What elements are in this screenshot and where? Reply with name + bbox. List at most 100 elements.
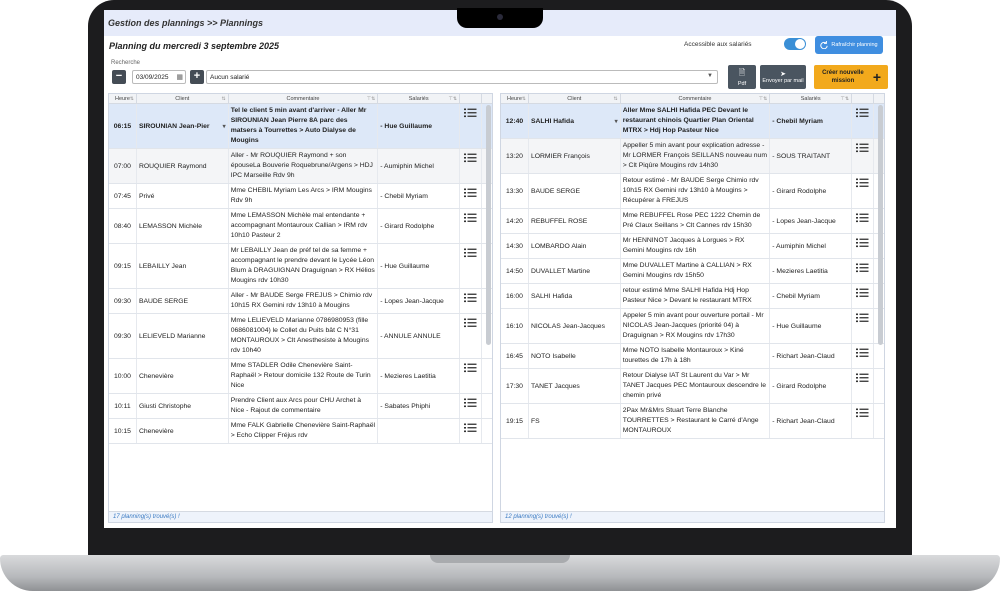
table-row[interactable]: 07:00 ROUQUIER Raymond Aller - Mr ROUQUIER… [109,149,492,184]
row-menu-button[interactable] [852,369,875,403]
plus-icon: + [872,69,882,85]
column-heure[interactable]: Heure ⇅ [109,94,137,103]
sort-icon[interactable]: ⇅ [613,96,617,102]
cell-client: LORMIER François [529,139,621,173]
table-row[interactable]: 08:40 LEMASSON Michèle Mme LEMASSON Michèl… [109,209,492,244]
cell-client: NICOLAS Jean-Jacques [529,309,621,343]
vertical-scrollbar[interactable] [486,105,491,345]
list-menu-icon [856,348,869,358]
sort-icon[interactable]: ⇅ [522,96,526,102]
list-menu-icon [856,263,869,273]
sort-icon[interactable]: ⇅ [221,96,225,102]
cell-salarie: - Aumiphin Michel [378,149,461,183]
row-menu-button[interactable] [852,404,875,438]
filter-icon[interactable]: ⊤⇅ [367,94,376,104]
row-spacer [482,419,492,443]
table-row[interactable]: 16:00 SALHI Hafida retour estimé Mme SALHI… [501,284,884,309]
table-row[interactable]: 14:50 DUVALLET Martine Mme DUVALLET Martin… [501,259,884,284]
cell-commentaire: Mme LEMASSON Michèle mal entendante + ac… [229,209,379,243]
list-menu-icon [856,143,869,153]
table-row[interactable]: 10:11 Giusti Christophe Prendre Client aux… [109,394,492,419]
cell-salarie: - Richart Jean-Claud [770,404,853,438]
table-row[interactable]: 09:15 LEBAILLY Jean Mr LEBAILLY Jean de pr… [109,244,492,289]
vertical-scrollbar[interactable] [878,105,883,345]
column-scroll [482,94,492,103]
filter-icon[interactable]: ⊤⇅ [759,94,768,104]
table-row[interactable]: 06:15SIROUNIAN Jean-PierTel le client 5 … [109,104,492,149]
cell-salarie: - Girard Rodolphe [770,174,853,208]
row-menu-button[interactable] [852,209,875,233]
row-menu-button[interactable] [460,104,483,148]
filter-icon[interactable]: ⊤⇅ [449,96,458,102]
calendar-icon[interactable]: ▦ [176,73,183,81]
filter-icon[interactable]: ⊤⇅ [841,96,850,102]
cell-heure: 12:40 [501,104,529,138]
row-menu-button[interactable] [460,419,483,443]
sort-icon[interactable]: ⇅ [130,96,134,102]
table-footer-count: 12 planning(s) trouvé(s) ! [501,511,884,522]
table-row[interactable]: 09:30 BAUDE SERGE Aller - Mr BAUDE Serge F… [109,289,492,314]
row-menu-button[interactable] [852,104,875,138]
previous-day-button[interactable]: − [112,70,126,84]
cell-client: ROUQUIER Raymond [137,149,229,183]
column-client[interactable]: Client ⇅ [529,94,621,103]
column-label: Heure [114,95,130,102]
row-menu-button[interactable] [852,174,875,208]
date-input[interactable]: 03/09/2025 ▦ [132,70,186,84]
cell-commentaire: Mme FALK Gabrielle Chenevière Saint-Raph… [229,419,379,443]
table-row[interactable]: 10:15 Chenevière Mme FALK Gabrielle Chenev… [109,419,492,444]
pdf-button[interactable]: 🗎 Pdf [728,65,756,89]
create-mission-button[interactable]: Créer nouvelle mission + [814,65,888,89]
row-menu-button[interactable] [460,359,483,393]
table-row[interactable]: 13:30 BAUDE SERGE Retour estimé - Mr BAUDE… [501,174,884,209]
row-menu-button[interactable] [460,149,483,183]
column-commentaire[interactable]: Commentaire ⊤⇅ [621,94,771,103]
column-salaries[interactable]: Salariés ⊤⇅ [770,94,853,103]
table-row[interactable]: 13:20 LORMIER François Appeller 5 min avan… [501,139,884,174]
cell-commentaire: Mr HENNINOT Jacques à Lorgues > RX Gemin… [621,234,771,258]
cell-heure: 09:15 [109,244,137,288]
row-menu-button[interactable] [460,244,483,288]
list-menu-icon [856,108,869,118]
table-row[interactable]: 10:00 Chenevière Mme STADLER Odile Chenevi… [109,359,492,394]
table-row[interactable]: 09:30 LELIEVELD Marianne Mme LELIEVELD Mar… [109,314,492,359]
row-menu-button[interactable] [852,284,875,308]
column-salaries[interactable]: Salariés ⊤⇅ [378,94,461,103]
refresh-button[interactable]: Rafraîchir planning [815,36,883,54]
row-menu-button[interactable] [852,139,875,173]
table-row[interactable]: 14:20 REBUFFEL ROSE Mme REBUFFEL Rose PEC … [501,209,884,234]
column-commentaire[interactable]: Commentaire ⊤⇅ [229,94,379,103]
column-client[interactable]: Client ⇅ [137,94,229,103]
breadcrumb[interactable]: Gestion des plannings >> Plannings [108,18,263,28]
next-day-button[interactable]: + [190,70,204,84]
cell-client: BAUDE SERGE [529,174,621,208]
row-menu-button[interactable] [460,184,483,208]
row-menu-button[interactable] [852,309,875,343]
row-menu-button[interactable] [852,259,875,283]
list-menu-icon [464,248,477,258]
chevron-down-icon: ▼ [707,73,713,79]
table-row[interactable]: 14:30 LOMBARDO Alain Mr HENNINOT Jacques à… [501,234,884,259]
table-row[interactable]: 17:30 TANET Jacques Retour Dialyse IAT St … [501,369,884,404]
cell-salarie: - Lopes Jean-Jacque [770,209,853,233]
cell-heure: 09:30 [109,314,137,358]
row-menu-button[interactable] [460,289,483,313]
table-row[interactable]: 19:15 FS 2Pax Mr&Mrs Stuart Terre Blanche … [501,404,884,439]
row-menu-button[interactable] [460,394,483,418]
column-label: Salariés [800,95,821,102]
table-row[interactable]: 12:40SALHI HafidaAller Mme SALHI Hafida … [501,104,884,139]
table-body: 12:40SALHI HafidaAller Mme SALHI Hafida … [501,104,884,512]
cell-heure: 07:00 [109,149,137,183]
row-menu-button[interactable] [852,234,875,258]
row-menu-button[interactable] [460,314,483,358]
send-mail-button[interactable]: ➤ Envoyer par mail [760,65,806,89]
table-row[interactable]: 16:45 NOTO Isabelle Mme NOTO Isabelle Mont… [501,344,884,369]
row-menu-button[interactable] [852,344,875,368]
cell-salarie: - Mezieres Laetitia [770,259,853,283]
column-heure[interactable]: Heure ⇅ [501,94,529,103]
accessible-toggle[interactable] [784,38,806,50]
salarie-select[interactable]: Aucun salarié ▼ [206,70,718,84]
table-row[interactable]: 07:45 Privé Mme CHEBIL Myriam Les Arcs > I… [109,184,492,209]
row-menu-button[interactable] [460,209,483,243]
table-row[interactable]: 16:10 NICOLAS Jean-Jacques Appeler 5 min a… [501,309,884,344]
